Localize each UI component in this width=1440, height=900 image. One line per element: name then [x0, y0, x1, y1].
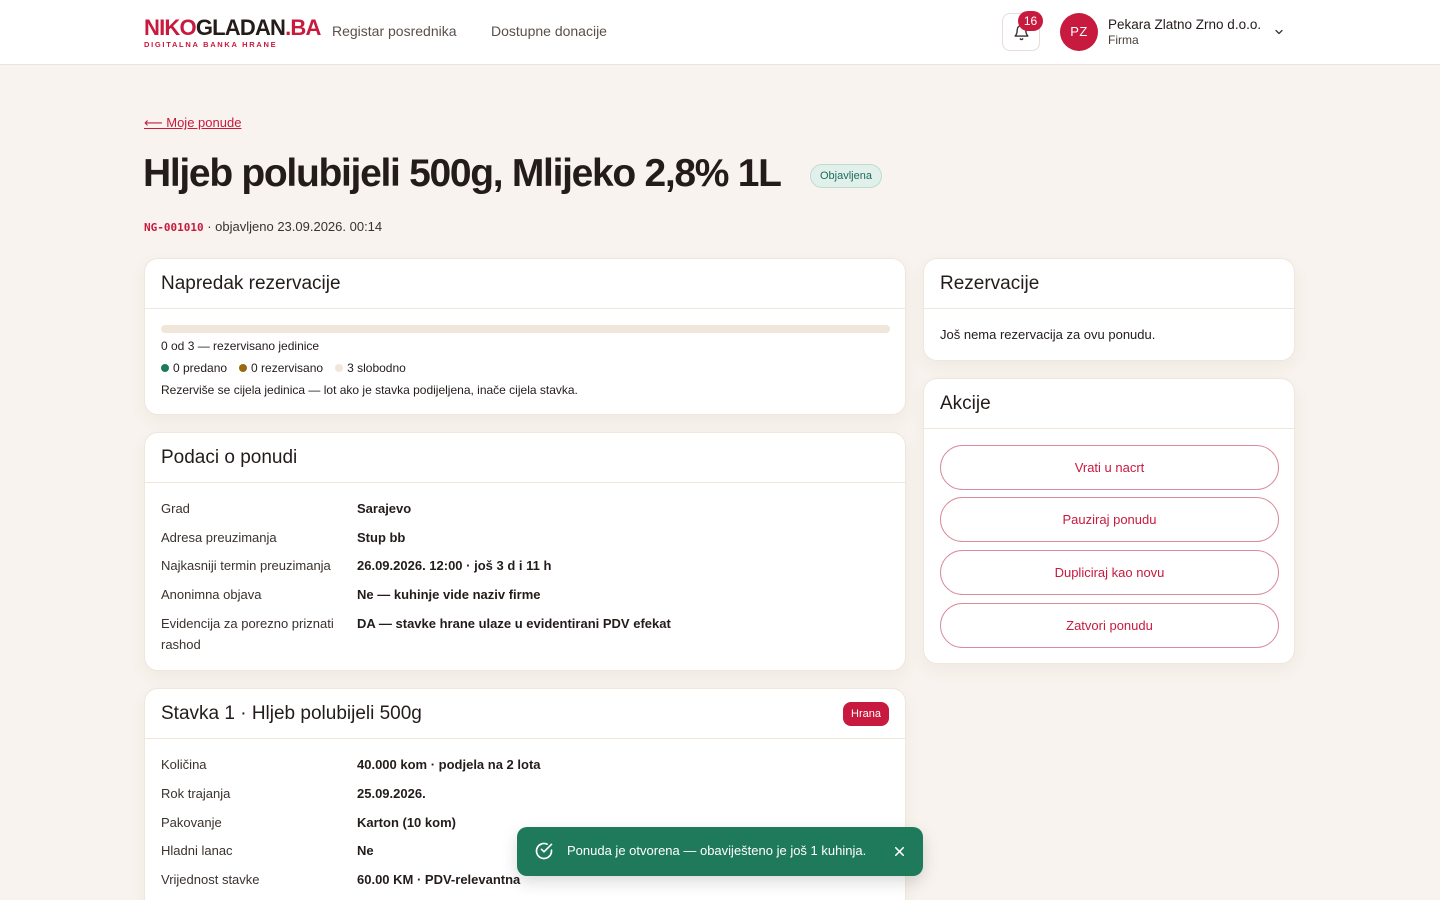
check-circle-icon: [535, 842, 553, 860]
item-key: Rok trajanja: [161, 786, 231, 801]
detail-key: Najkasniji termin preuzimanja: [161, 558, 331, 573]
card-title: Podaci o ponudi: [145, 433, 905, 483]
pause-offer-button[interactable]: Pauziraj ponudu: [940, 497, 1279, 542]
item-value: 40.000 kom · podjela na 2 lota: [357, 757, 541, 772]
top-header: NIKOGLADAN.BA DIGITALNA BANKA HRANE Regi…: [0, 0, 1440, 65]
item-value: 60.00 KM · PDV-relevantna: [357, 872, 521, 887]
item-value: Karton (10 kom): [357, 815, 456, 830]
card-title: Akcije: [924, 379, 1294, 429]
actions-card: Akcije Vrati u nacrt Pauziraj ponudu Dup…: [923, 378, 1295, 664]
progress-bar: [161, 325, 890, 333]
item-key: Vrijednost stavke: [161, 872, 260, 887]
detail-value: Ne — kuhinje vide naziv firme: [357, 587, 541, 602]
legend-item-slobodno: 3 slobodno: [335, 361, 406, 375]
detail-key: Evidencija za porezno priznati rashod: [161, 616, 334, 652]
logo-tagline: DIGITALNA BANKA HRANE: [144, 40, 278, 49]
notifications-count-badge: 16: [1018, 11, 1043, 31]
item-value: 25.09.2026.: [357, 786, 426, 801]
category-badge: Hrana: [843, 702, 889, 726]
revert-to-draft-button[interactable]: Vrati u nacrt: [940, 445, 1279, 490]
chevron-down-icon[interactable]: [1273, 26, 1285, 38]
item-title: Stavka 1 · Hljeb polubijeli 500g: [161, 703, 422, 724]
detail-key: Adresa preuzimanja: [161, 530, 277, 545]
progress-summary: 0 od 3 — rezervisano jedinice: [161, 339, 320, 353]
item-key: Hladni lanac: [161, 843, 233, 858]
close-icon[interactable]: [892, 844, 907, 859]
logo[interactable]: NIKOGLADAN.BA DIGITALNA BANKA HRANE: [144, 15, 321, 50]
detail-value: Stup bb: [357, 530, 406, 545]
progress-legend: 0 predano 0 rezervisano 3 slobodno: [161, 361, 406, 375]
reservations-card: Rezervacije Još nema rezervacija za ovu …: [923, 258, 1295, 361]
legend-item-predano: 0 predano: [161, 361, 227, 375]
legend-dot: [335, 364, 344, 372]
legend-dot: [161, 364, 169, 372]
detail-value: DA — stavke hrane ulaze u evidentirani P…: [357, 616, 671, 631]
offer-code: NG-001010: [144, 221, 204, 234]
user-role: Firma: [1108, 33, 1139, 47]
offer-meta: NG-001010 · objavljeno 23.09.2026. 00:14: [144, 219, 382, 234]
legend-dot: [239, 364, 248, 372]
nav-link-dostupne-donacije[interactable]: Dostupne donacije: [491, 23, 607, 39]
card-title: Rezervacije: [924, 259, 1294, 309]
success-toast: Ponuda je otvorena — obaviješteno je još…: [517, 827, 923, 876]
item-key: Količina: [161, 757, 207, 772]
reservation-progress-card: Napredak rezervacije 0 od 3 — rezervisan…: [144, 258, 906, 415]
item-value: Ne: [357, 843, 374, 858]
detail-value: Sarajevo: [357, 501, 412, 516]
nav-link-registar-posrednika[interactable]: Registar posrednika: [332, 23, 457, 39]
item-key: Pakovanje: [161, 815, 222, 830]
avatar[interactable]: PZ: [1060, 13, 1098, 51]
toast-message: Ponuda je otvorena — obaviješteno je još…: [567, 843, 867, 858]
legend-item-rezervisano: 0 rezervisano: [239, 361, 323, 375]
detail-key: Anonimna objava: [161, 587, 262, 602]
close-offer-button[interactable]: Zatvori ponudu: [940, 603, 1279, 648]
status-badge: Objavljena: [810, 164, 882, 188]
card-title: Napredak rezervacije: [145, 259, 905, 309]
page-title: Hljeb polubijeli 500g, Mlijeko 2,8% 1L: [143, 152, 782, 195]
published-date: · objavljeno 23.09.2026. 00:14: [203, 219, 383, 234]
duplicate-offer-button[interactable]: Dupliciraj kao novu: [940, 550, 1279, 595]
progress-note: Rezerviše se cijela jedinica — lot ako j…: [161, 383, 578, 397]
reservations-empty-text: Još nema rezervacija za ovu ponudu.: [940, 327, 1156, 342]
back-link-moje-ponude[interactable]: ⟵ Moje ponude: [144, 115, 241, 131]
detail-value: 26.09.2026. 12:00 · još 3 d i 11 h: [357, 558, 552, 573]
user-name[interactable]: Pekara Zlatno Zrno d.o.o.: [1108, 17, 1261, 32]
logo-wordmark: NIKOGLADAN.BA: [144, 15, 321, 40]
offer-details-card: Podaci o ponudi Grad Sarajevo Adresa pre…: [144, 432, 906, 671]
detail-key: Grad: [161, 501, 190, 516]
card-title: Stavka 1 · Hljeb polubijeli 500g Hrana: [145, 689, 905, 739]
